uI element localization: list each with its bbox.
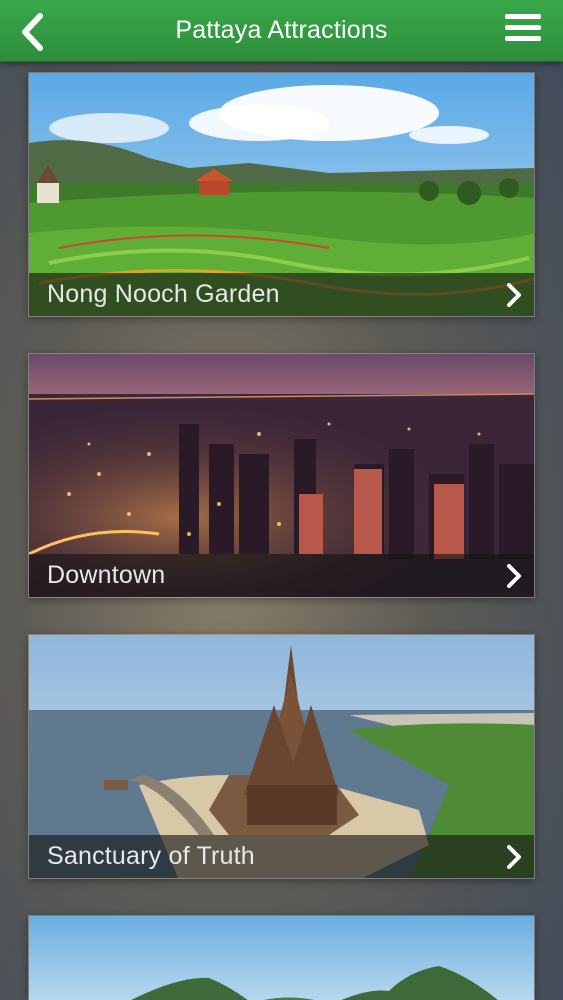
chevron-left-icon <box>22 13 43 51</box>
chevron-right-icon <box>507 283 521 307</box>
attraction-title: Downtown <box>47 561 166 589</box>
chevron-right-icon <box>507 845 521 869</box>
chevron-right-icon <box>507 564 521 588</box>
mountain-photo <box>29 916 534 1000</box>
page-title: Pattaya Attractions <box>175 16 388 44</box>
attraction-card-nong-nooch[interactable]: Nong Nooch Garden <box>28 72 535 317</box>
attraction-title: Sanctuary of Truth <box>47 842 255 870</box>
card-caption: Sanctuary of Truth <box>29 835 534 878</box>
card-caption: Nong Nooch Garden <box>29 273 534 316</box>
attraction-title: Nong Nooch Garden <box>47 280 280 308</box>
attraction-card-4[interactable] <box>28 915 535 1000</box>
attraction-card-sanctuary-of-truth[interactable]: Sanctuary of Truth <box>28 634 535 879</box>
hamburger-menu-icon <box>505 14 541 19</box>
back-button[interactable] <box>16 12 52 52</box>
app-header: Pattaya Attractions <box>0 0 563 62</box>
menu-button[interactable] <box>505 14 541 46</box>
card-caption: Downtown <box>29 554 534 597</box>
attraction-card-downtown[interactable]: Downtown <box>28 353 535 598</box>
